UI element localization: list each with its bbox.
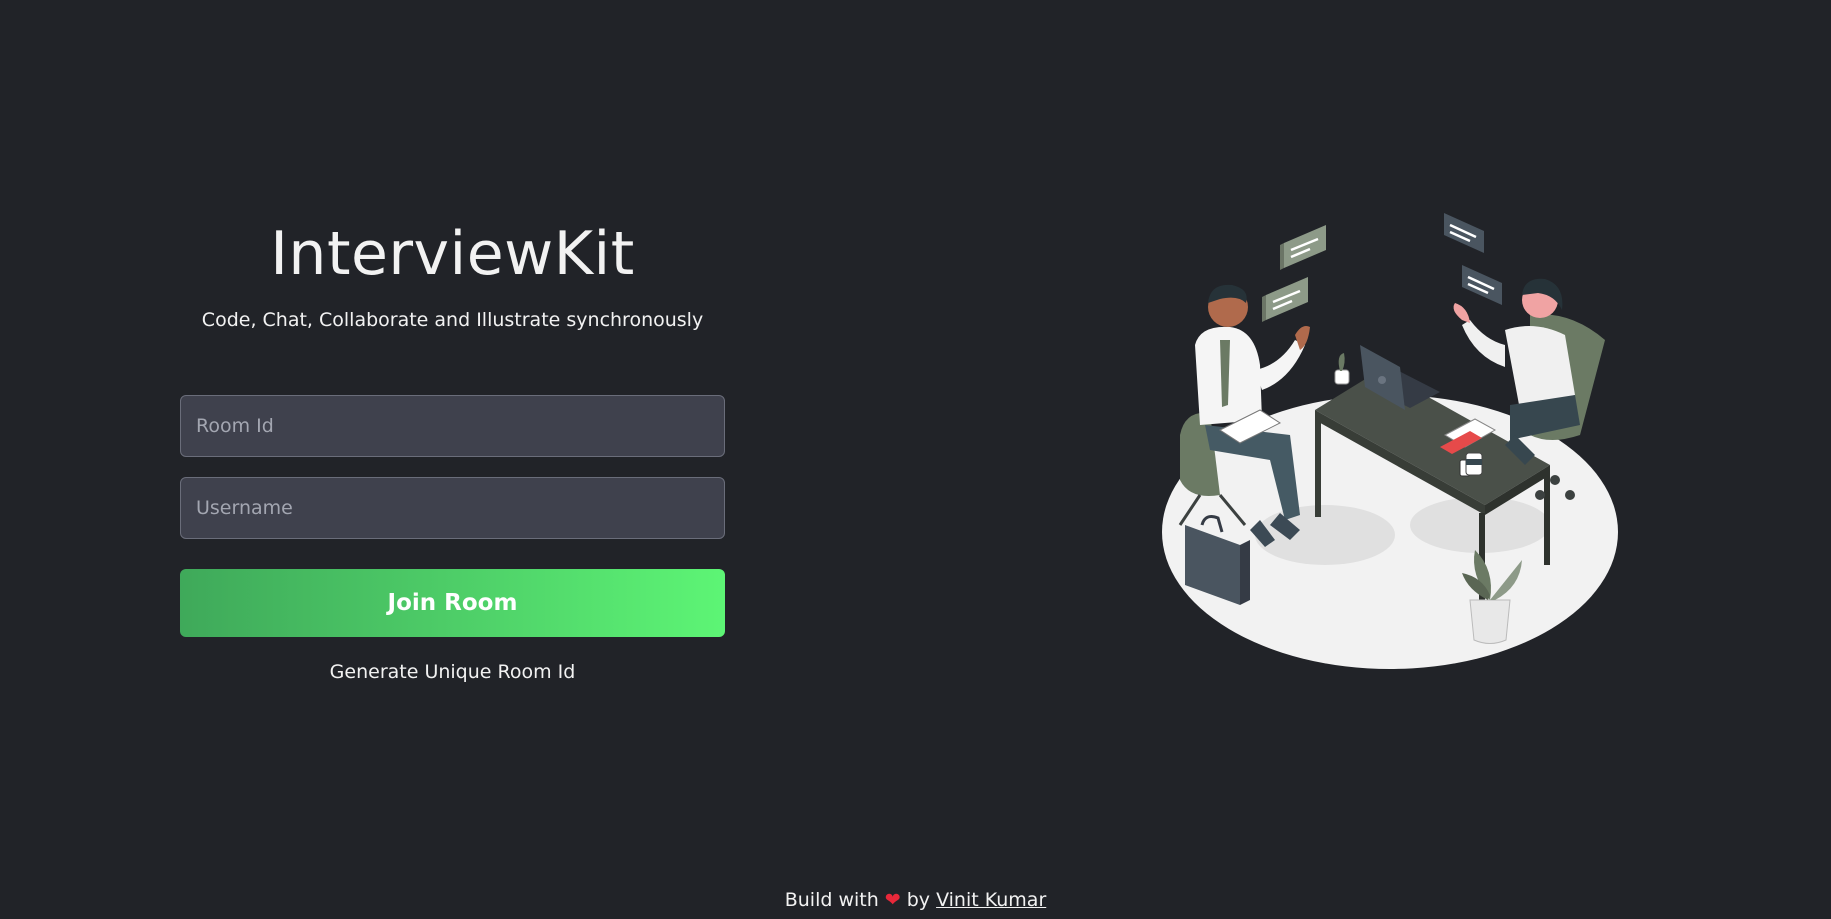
chat-bubble-icon — [1444, 213, 1484, 253]
footer-prefix: Build with — [784, 889, 879, 911]
landing-page: InterviewKit Code, Chat, Collaborate and… — [0, 0, 1831, 919]
author-link[interactable]: Vinit Kumar — [936, 889, 1046, 911]
footer-by: by — [906, 889, 931, 911]
chat-bubble-icon — [1280, 225, 1326, 270]
app-subtitle: Code, Chat, Collaborate and Illustrate s… — [201, 309, 704, 331]
generate-room-id-link[interactable]: Generate Unique Room Id — [180, 659, 725, 685]
app-title: InterviewKit — [270, 219, 635, 289]
room-id-input[interactable] — [180, 395, 725, 457]
username-input[interactable] — [180, 477, 725, 539]
heart-icon: ❤ — [884, 889, 901, 911]
join-room-button[interactable]: Join Room — [180, 569, 725, 637]
chat-bubble-icon — [1262, 277, 1308, 322]
interview-illustration — [1162, 213, 1618, 669]
chat-bubble-icon — [1462, 265, 1502, 305]
footer: Build with ❤ by Vinit Kumar — [0, 887, 1831, 913]
